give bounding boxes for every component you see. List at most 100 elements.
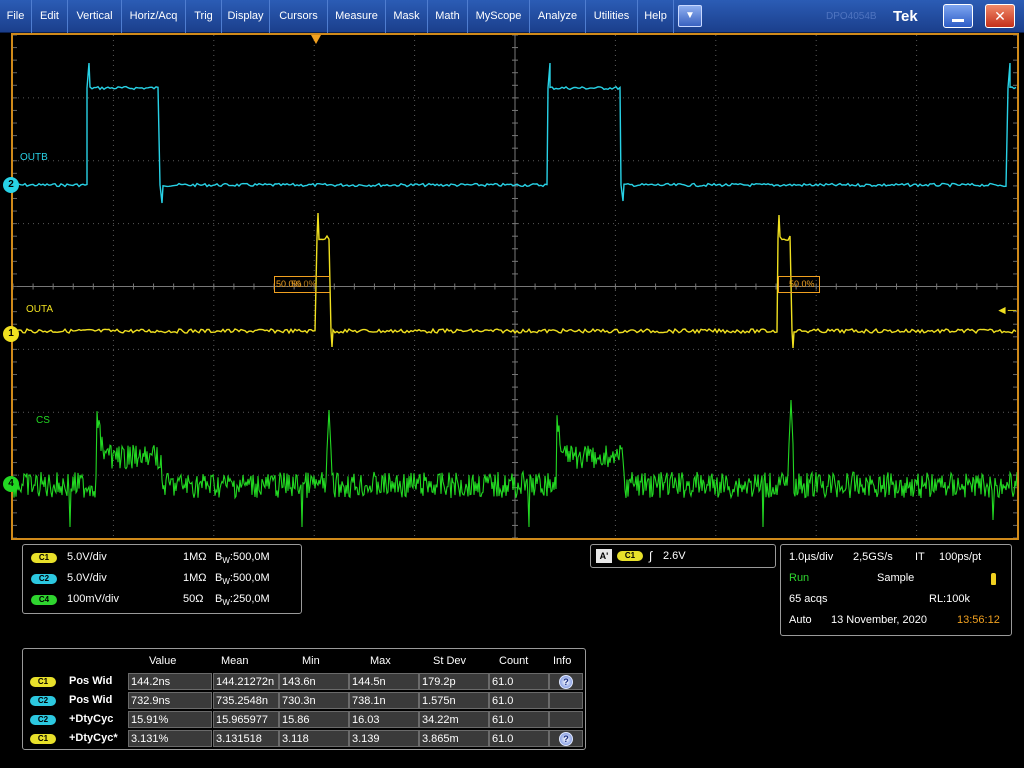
- ref-marker-right[interactable]: 50.0%: [778, 276, 820, 293]
- menu-analyze[interactable]: Analyze: [530, 0, 586, 33]
- ch1-scale: 5.0V/div: [67, 551, 107, 563]
- menu-edit[interactable]: Edit: [32, 0, 68, 33]
- measurement-name[interactable]: Pos Wid: [67, 673, 112, 690]
- ch4-bandwidth: BW:250,0M: [215, 593, 270, 608]
- measurements-header-count: Count: [499, 655, 529, 667]
- menu-vertical[interactable]: Vertical: [68, 0, 122, 33]
- info-icon[interactable]: ?: [559, 732, 573, 746]
- acquisition-count: 65 acqs: [789, 593, 828, 605]
- vertical-settings-panel[interactable]: C1 5.0V/div 1MΩ BW:500,0M C2 5.0V/div 1M…: [22, 544, 302, 614]
- measurement-stdev-cell: 179.2p: [419, 673, 489, 690]
- model-label: DPO4054B: [826, 11, 877, 22]
- measurement-mean-cell: 144.21272n: [213, 673, 279, 690]
- measurement-count-cell: 61.0: [489, 711, 549, 728]
- menu-trig[interactable]: Trig: [186, 0, 222, 33]
- menu-cursors[interactable]: Cursors: [270, 0, 328, 33]
- measurement-value-cell: 3.131%: [128, 730, 212, 747]
- measurement-stdev-cell: 1.575n: [419, 692, 489, 709]
- close-button[interactable]: ✕: [985, 4, 1015, 28]
- measurement-name[interactable]: +DtyCyc: [67, 711, 113, 728]
- measurement-info-cell[interactable]: ?: [549, 673, 583, 690]
- trigger-panel[interactable]: A' C1 ∫ 2.6V: [590, 544, 776, 568]
- trigger-mode-badge: A': [596, 549, 612, 563]
- measurements-header-st-dev: St Dev: [433, 655, 467, 667]
- measurements-header-info: Info: [553, 655, 572, 667]
- measurement-value-cell: 732.9ns: [128, 692, 212, 709]
- measurement-source-badge: C1: [30, 677, 56, 687]
- measurement-name[interactable]: +DtyCyc*: [67, 730, 118, 747]
- channel-1-label: OUTA: [26, 304, 54, 315]
- ch4-scale: 100mV/div: [67, 593, 119, 605]
- ch1-impedance: 1MΩ: [183, 551, 207, 563]
- measurement-min-cell: 15.86: [279, 711, 349, 728]
- measurement-max-cell: 3.139: [349, 730, 419, 747]
- trigger-level: 2.6V: [663, 550, 686, 562]
- date: 13 November, 2020: [831, 614, 928, 626]
- measurement-mean-cell: 3.131518: [213, 730, 279, 747]
- menu-utilities[interactable]: Utilities: [586, 0, 638, 33]
- channel-1-marker[interactable]: 1: [3, 326, 19, 342]
- measurements-header-min: Min: [302, 655, 320, 667]
- measurement-count-cell: 61.0: [489, 692, 549, 709]
- tek-logo: Tek: [893, 8, 918, 25]
- trigger-position-icon[interactable]: [311, 35, 321, 44]
- measurements-table[interactable]: Value Mean Min Max St Dev Count Info C1 Pos Wid 1…: [22, 648, 586, 750]
- measurement-count-cell: 61.0: [489, 673, 549, 690]
- ref-marker-left[interactable]: 50.0% 50.0%: [274, 276, 330, 293]
- resolution: 100ps/pt: [939, 551, 982, 563]
- measurement-source-badge: C1: [30, 734, 56, 744]
- measurement-info-cell[interactable]: ?: [549, 730, 583, 747]
- menu-math[interactable]: Math: [428, 0, 468, 33]
- trigger-mode: Auto: [789, 614, 812, 626]
- waveform-graticule: [13, 35, 1017, 538]
- info-icon[interactable]: ?: [559, 675, 573, 689]
- acquisition-mode: Sample: [877, 572, 915, 584]
- ref-marker-right-text: 50.0%: [789, 279, 815, 289]
- menu-myscope[interactable]: MyScope: [468, 0, 530, 33]
- measurement-source-badge: C2: [30, 715, 56, 725]
- acquisition-panel[interactable]: 1.0µs/div 2,5GS/s IT 100ps/pt Run Sample…: [780, 544, 1012, 636]
- ref-marker-overlap-text: 50.0%: [291, 279, 317, 289]
- trigger-level-icon[interactable]: ◄─: [996, 303, 1016, 317]
- measurement-stdev-cell: 3.865m: [419, 730, 489, 747]
- measurement-name[interactable]: Pos Wid: [67, 692, 112, 709]
- rising-edge-icon: ∫: [649, 549, 653, 563]
- menu-help[interactable]: Help: [638, 0, 674, 33]
- measurement-info-cell[interactable]: [549, 692, 583, 709]
- measurement-min-cell: 3.118: [279, 730, 349, 747]
- ch1-bandwidth: BW:500,0M: [215, 551, 270, 566]
- channel-2-label: OUTB: [20, 152, 48, 163]
- measurement-min-cell: 143.6n: [279, 673, 349, 690]
- menu-measure[interactable]: Measure: [328, 0, 386, 33]
- measurement-max-cell: 738.1n: [349, 692, 419, 709]
- menu-horiz-acq[interactable]: Horiz/Acq: [122, 0, 186, 33]
- channel-4-marker[interactable]: 4: [3, 476, 19, 492]
- ch2-impedance: 1MΩ: [183, 572, 207, 584]
- measurement-count-cell: 61.0: [489, 730, 549, 747]
- ch2-scale: 5.0V/div: [67, 572, 107, 584]
- channel-1-badge: C1: [31, 553, 57, 563]
- chevron-down-icon[interactable]: ▼: [678, 5, 702, 27]
- menu-bar: File Edit Vertical Horiz/Acq Trig Displa…: [0, 0, 1024, 33]
- measurements-header-max: Max: [370, 655, 391, 667]
- record-length: RL:100k: [929, 593, 970, 605]
- measurement-info-cell[interactable]: [549, 711, 583, 728]
- trigger-status-icon: [991, 573, 996, 585]
- measurement-source-badge: C2: [30, 696, 56, 706]
- minimize-button[interactable]: [943, 4, 973, 28]
- measurement-min-cell: 730.3n: [279, 692, 349, 709]
- interpolation-mode: IT: [915, 551, 925, 563]
- channel-2-badge: C2: [31, 574, 57, 584]
- run-state: Run: [789, 572, 810, 584]
- trigger-source-badge: C1: [617, 551, 643, 561]
- measurement-stdev-cell: 34.22m: [419, 711, 489, 728]
- waveform-display[interactable]: [11, 33, 1019, 540]
- time: 13:56:12: [957, 614, 1000, 626]
- menu-file[interactable]: File: [0, 0, 32, 33]
- channel-2-marker[interactable]: 2: [3, 177, 19, 193]
- measurements-header-value: Value: [149, 655, 177, 667]
- menu-mask[interactable]: Mask: [386, 0, 428, 33]
- measurement-value-cell: 144.2ns: [128, 673, 212, 690]
- menu-display[interactable]: Display: [222, 0, 270, 33]
- measurement-mean-cell: 735.2548n: [213, 692, 279, 709]
